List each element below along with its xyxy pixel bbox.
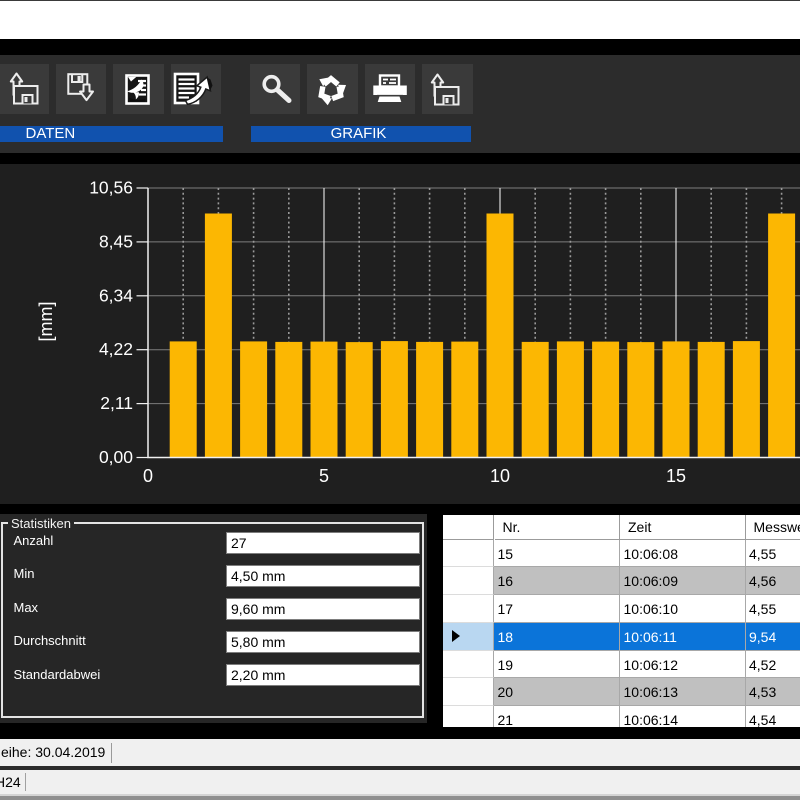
svg-text:5: 5 xyxy=(319,466,329,486)
svg-text:0: 0 xyxy=(143,466,153,486)
svg-text:4,22: 4,22 xyxy=(99,339,133,359)
svg-text:10: 10 xyxy=(490,466,510,486)
svg-text:8,45: 8,45 xyxy=(99,231,133,251)
svg-text:15: 15 xyxy=(666,466,686,486)
svg-text:2,11: 2,11 xyxy=(100,393,133,413)
svg-text:[mm]: [mm] xyxy=(36,301,56,341)
svg-text:10,56: 10,56 xyxy=(89,177,133,197)
svg-text:0,00: 0,00 xyxy=(99,447,133,467)
svg-text:6,34: 6,34 xyxy=(99,285,133,305)
